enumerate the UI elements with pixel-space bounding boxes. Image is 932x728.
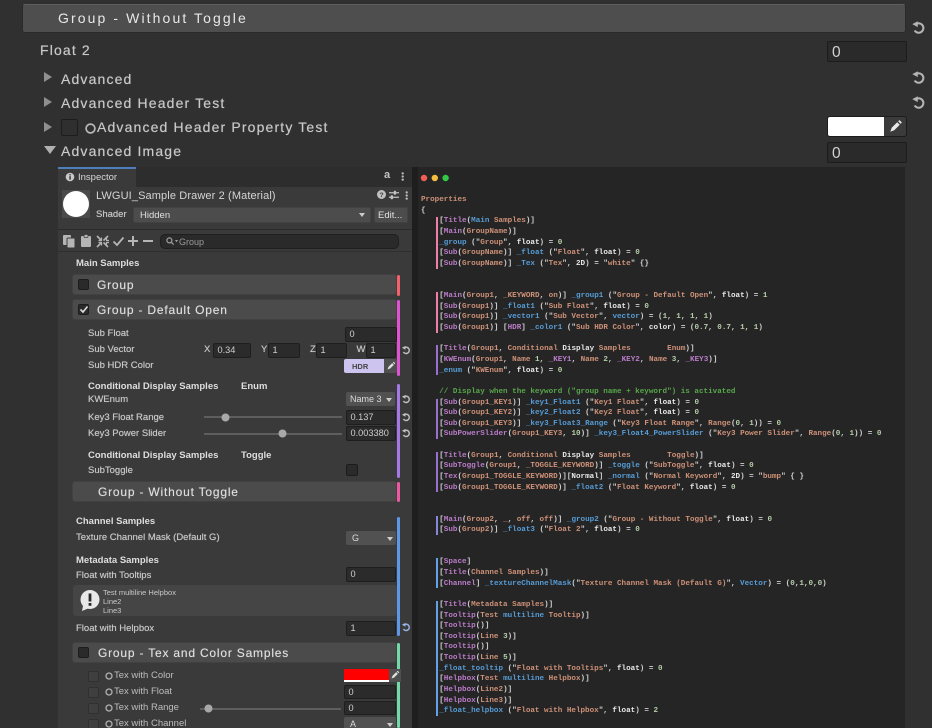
svg-text:?: ?	[379, 192, 383, 199]
